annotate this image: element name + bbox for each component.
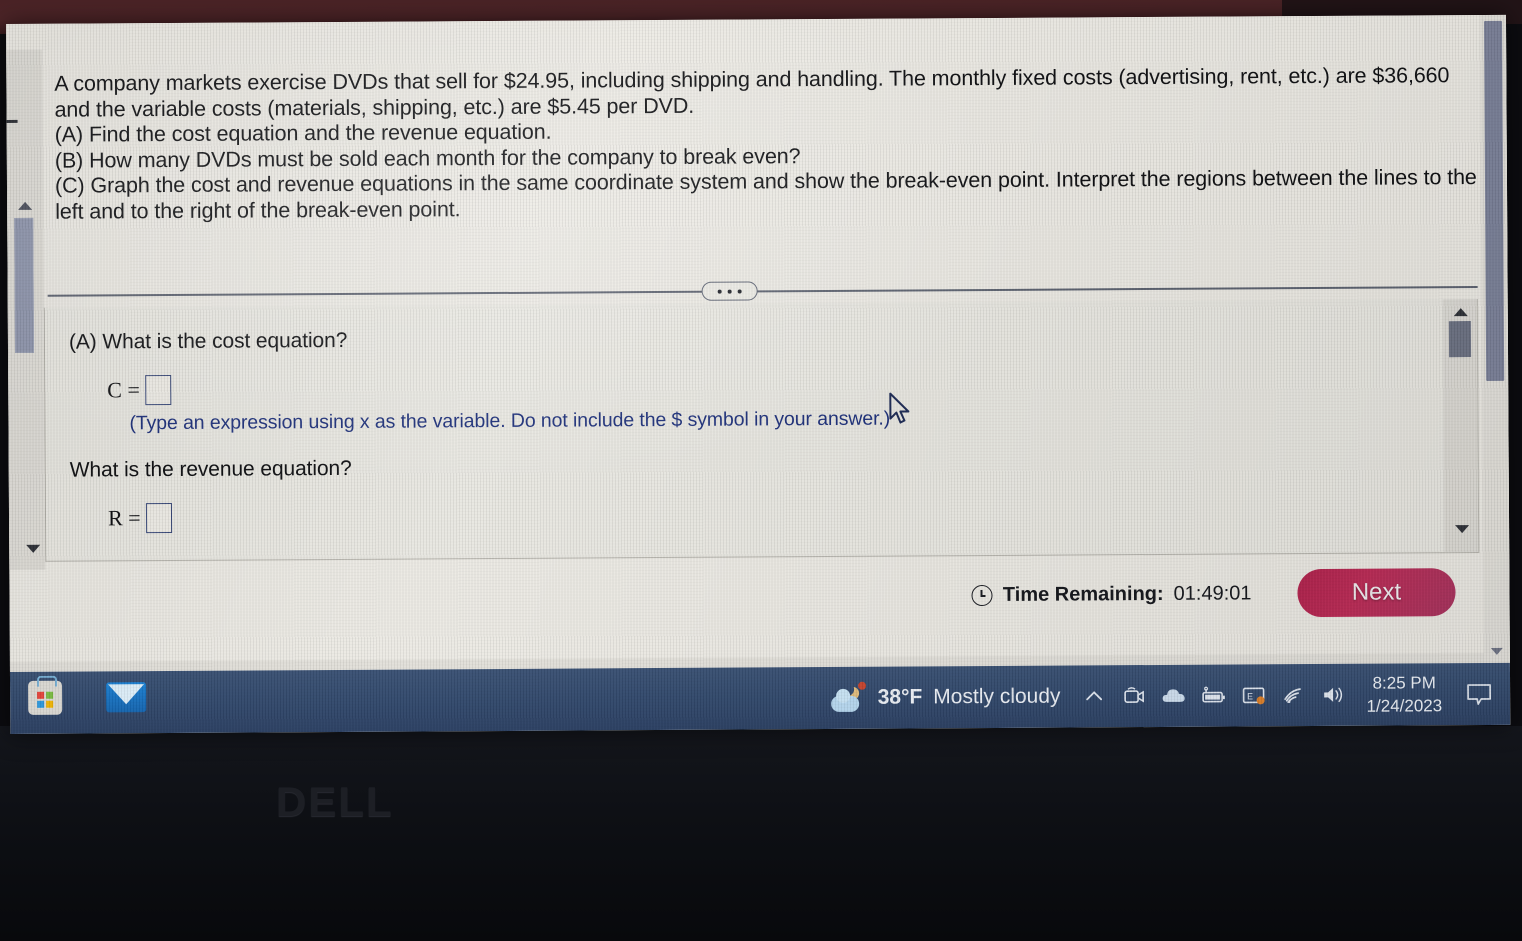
taskbar-system-tray: 38°F Mostly cloudy E 8:25 PM 1/24/2023 xyxy=(824,663,1502,729)
laptop-photo: DELL A company markets exercise DVDs tha… xyxy=(0,0,1522,941)
question-footer: Time Remaining: 01:49:01 Next xyxy=(45,563,1480,662)
revenue-equation-row: R = xyxy=(107,495,1444,534)
collapse-handle-icon[interactable] xyxy=(6,119,18,123)
answer-panel-content: (A) What is the cost equation? C = (Type… xyxy=(45,299,1445,561)
ellipsis-dot-icon xyxy=(717,289,722,294)
svg-text:E: E xyxy=(1247,691,1253,701)
scroll-down-arrow-icon[interactable] xyxy=(1490,647,1503,655)
monitor-screen: A company markets exercise DVDs that sel… xyxy=(6,14,1511,734)
page-scrollbar[interactable] xyxy=(1479,14,1510,663)
part-a-prompt: (A) What is the cost equation? xyxy=(68,328,348,354)
notifications-button[interactable] xyxy=(1456,663,1502,725)
show-hidden-icons-button[interactable] xyxy=(1074,665,1114,727)
answer-panel-scrollbar[interactable] xyxy=(1442,299,1479,554)
weather-widget[interactable]: 38°F Mostly cloudy xyxy=(825,681,1075,713)
revenue-variable-label: R = xyxy=(107,505,141,531)
answer-panel: (A) What is the cost equation? C = (Type… xyxy=(43,299,1480,562)
cost-answer-hint: (Type an expression using x as the varia… xyxy=(129,407,891,435)
scroll-up-arrow-icon[interactable] xyxy=(1453,308,1468,317)
revenue-answer-input[interactable] xyxy=(145,502,172,534)
scrollbar-thumb[interactable] xyxy=(14,217,35,353)
scroll-down-arrow-icon[interactable] xyxy=(1455,525,1470,534)
question-navigator-scrollbar[interactable] xyxy=(6,49,46,570)
clock-time: 8:25 PM xyxy=(1372,673,1436,693)
battery-icon[interactable] xyxy=(1194,665,1234,727)
mail-icon[interactable] xyxy=(106,682,147,713)
divider-line xyxy=(47,286,1478,297)
windows-taskbar: 38°F Mostly cloudy E 8:25 PM 1/24/2023 xyxy=(9,662,1511,734)
taskbar-clock[interactable]: 8:25 PM 1/24/2023 xyxy=(1354,671,1456,718)
browser-content: A company markets exercise DVDs that sel… xyxy=(6,14,1510,672)
more-options-button[interactable] xyxy=(701,281,758,301)
wifi-icon[interactable] xyxy=(1274,664,1314,726)
onedrive-icon[interactable] xyxy=(1154,665,1194,727)
scroll-up-arrow-icon[interactable] xyxy=(18,201,33,210)
dell-brand-logo: DELL xyxy=(276,778,394,825)
scroll-down-arrow-icon[interactable] xyxy=(26,544,41,553)
ellipsis-dot-icon xyxy=(727,289,732,294)
clock-date: 1/24/2023 xyxy=(1366,696,1443,716)
revenue-prompt: What is the revenue equation? xyxy=(69,456,352,482)
moon-cloud-icon xyxy=(829,681,867,713)
ellipsis-dot-icon xyxy=(737,289,742,294)
laptop-deck xyxy=(0,726,1522,941)
clock-icon xyxy=(971,584,993,607)
webcam-icon[interactable] xyxy=(1114,665,1154,727)
store-grid-glyph xyxy=(37,691,54,708)
next-button[interactable]: Next xyxy=(1297,568,1456,618)
weather-temperature: 38°F xyxy=(877,685,923,709)
cost-equation-row: C = xyxy=(107,367,1443,406)
cost-variable-label: C = xyxy=(107,377,140,403)
display-settings-icon[interactable]: E xyxy=(1234,664,1274,726)
microsoft-store-icon[interactable] xyxy=(28,680,63,715)
volume-icon[interactable] xyxy=(1314,664,1354,726)
question-stem: A company markets exercise DVDs that sel… xyxy=(42,49,1477,235)
scrollbar-thumb[interactable] xyxy=(1448,321,1472,358)
weather-condition: Mostly cloudy xyxy=(933,684,1061,709)
time-remaining-label: Time Remaining: xyxy=(1002,582,1164,606)
time-remaining: Time Remaining: 01:49:01 xyxy=(971,582,1252,607)
time-remaining-value: 01:49:01 xyxy=(1173,582,1252,605)
scrollbar-thumb[interactable] xyxy=(1484,20,1505,381)
cost-answer-input[interactable] xyxy=(144,375,171,406)
taskbar-pinned-apps xyxy=(28,680,147,715)
